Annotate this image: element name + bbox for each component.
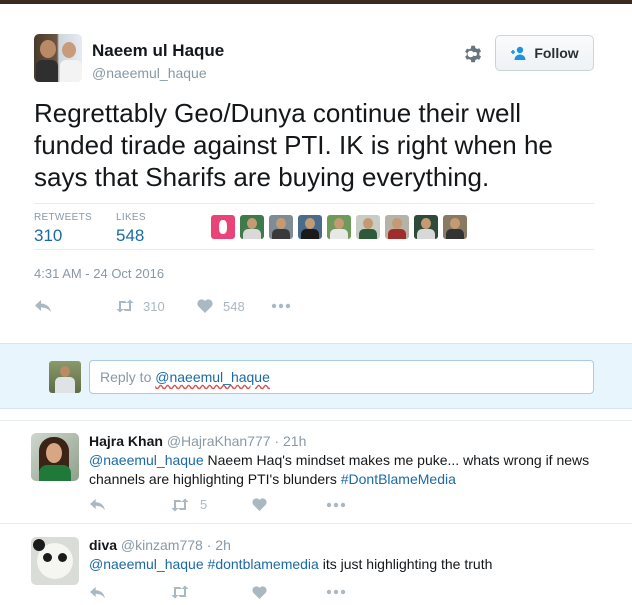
like-action[interactable]: 548 — [197, 299, 271, 314]
reply-author-handle[interactable]: @kinzam778 — [121, 537, 203, 553]
reply-placeholder-prefix: Reply to — [100, 369, 156, 385]
reply-avatar[interactable] — [31, 537, 79, 585]
tweet-timestamp[interactable]: 4:31 AM - 24 Oct 2016 — [34, 266, 164, 281]
reply-tweet[interactable]: Hajra Khan @HajraKhan777 · 21h @naeemul_… — [0, 420, 632, 524]
liker-avatar[interactable] — [385, 215, 409, 239]
liker-avatar[interactable] — [327, 215, 351, 239]
more-icon — [271, 303, 291, 309]
reply-actions: 5 — [89, 497, 346, 512]
likes-label: LIKES — [116, 212, 146, 223]
retweets-label: RETWEETS — [34, 212, 92, 223]
reply-icon — [90, 586, 105, 598]
liker-avatar[interactable] — [298, 215, 322, 239]
heart-icon — [252, 585, 267, 599]
add-user-icon — [511, 46, 526, 60]
reply-time[interactable]: 2h — [215, 537, 231, 553]
author-name[interactable]: Naeem ul Haque — [92, 41, 224, 61]
reply-author-name[interactable]: Hajra Khan — [89, 433, 163, 449]
retweet-action[interactable]: 310 — [115, 299, 197, 314]
liker-avatar[interactable] — [269, 215, 293, 239]
liker-avatars — [211, 215, 467, 239]
heart-icon — [252, 498, 267, 511]
reply-action[interactable] — [89, 498, 170, 511]
tweet-stats: RETWEETS 310 LIKES 548 — [34, 203, 594, 250]
reply-input[interactable]: Reply to @naeemul_haque — [89, 360, 594, 394]
author-avatar[interactable] — [34, 34, 82, 82]
like-count: 548 — [223, 298, 245, 314]
like-action[interactable] — [252, 585, 326, 599]
reply-text: @naeemul_haque Naeem Haq's mindset makes… — [89, 451, 609, 489]
reply-body: its just highlighting the truth — [318, 556, 493, 572]
current-user-avatar[interactable] — [49, 361, 81, 393]
tweet-actions: 310 548 — [34, 294, 291, 318]
retweets-stat[interactable]: RETWEETS 310 — [34, 212, 92, 246]
liker-avatar[interactable] — [211, 215, 235, 239]
more-icon — [326, 502, 346, 507]
reply-separator: · — [206, 537, 216, 553]
reply-icon — [90, 498, 105, 511]
author-handle[interactable]: @naeemul_haque — [92, 65, 207, 81]
retweet-icon — [171, 498, 189, 511]
main-tweet: Naeem ul Haque @naeemul_haque Follow Reg… — [0, 4, 632, 343]
retweet-icon — [116, 299, 134, 313]
more-icon — [326, 589, 346, 595]
follow-label: Follow — [534, 45, 579, 61]
reply-header: Hajra Khan @HajraKhan777 · 21h — [89, 433, 306, 449]
liker-avatar[interactable] — [443, 215, 467, 239]
reply-mention[interactable]: @naeemul_haque — [89, 452, 204, 468]
heart-icon — [197, 299, 213, 313]
reply-author-name[interactable]: diva — [89, 537, 117, 553]
retweets-count: 310 — [34, 226, 63, 245]
tweet-text: Regrettably Geo/Dunya continue their wel… — [34, 98, 553, 192]
reply-action[interactable] — [89, 586, 170, 599]
liker-avatar[interactable] — [414, 215, 438, 239]
reply-icon — [35, 300, 51, 312]
likes-count: 548 — [116, 226, 145, 245]
retweet-count: 310 — [143, 298, 165, 314]
likes-stat[interactable]: LIKES 548 — [116, 212, 146, 246]
more-action[interactable] — [271, 303, 291, 309]
more-action[interactable] — [326, 589, 346, 595]
reply-separator: · — [274, 433, 283, 449]
like-action[interactable] — [252, 498, 326, 511]
retweet-icon — [171, 585, 189, 599]
reply-composer: Reply to @naeemul_haque — [0, 343, 632, 409]
reply-hashtag[interactable]: #DontBlameMedia — [341, 471, 456, 487]
liker-avatar[interactable] — [356, 215, 380, 239]
follow-button[interactable]: Follow — [495, 35, 594, 71]
liker-avatar[interactable] — [240, 215, 264, 239]
more-action[interactable] — [326, 502, 346, 508]
retweet-count: 5 — [200, 497, 208, 512]
retweet-action[interactable]: 5 — [170, 497, 252, 512]
reply-action[interactable] — [34, 299, 115, 313]
reply-text: @naeemul_haque #dontblamemedia its just … — [89, 555, 609, 574]
reply-time[interactable]: 21h — [283, 433, 306, 449]
reply-hashtag[interactable]: #dontblamemedia — [208, 556, 319, 572]
reply-placeholder-mention: @naeemul_haque — [155, 369, 270, 385]
retweet-action[interactable] — [170, 585, 252, 599]
reply-header: diva @kinzam778 · 2h — [89, 537, 231, 553]
reply-author-handle[interactable]: @HajraKhan777 — [167, 433, 271, 449]
reply-avatar[interactable] — [31, 433, 79, 481]
gear-icon[interactable] — [462, 43, 484, 65]
reply-actions — [89, 585, 346, 599]
reply-mention[interactable]: @naeemul_haque — [89, 556, 204, 572]
reply-tweet[interactable]: diva @kinzam778 · 2h @naeemul_haque #don… — [0, 525, 632, 605]
